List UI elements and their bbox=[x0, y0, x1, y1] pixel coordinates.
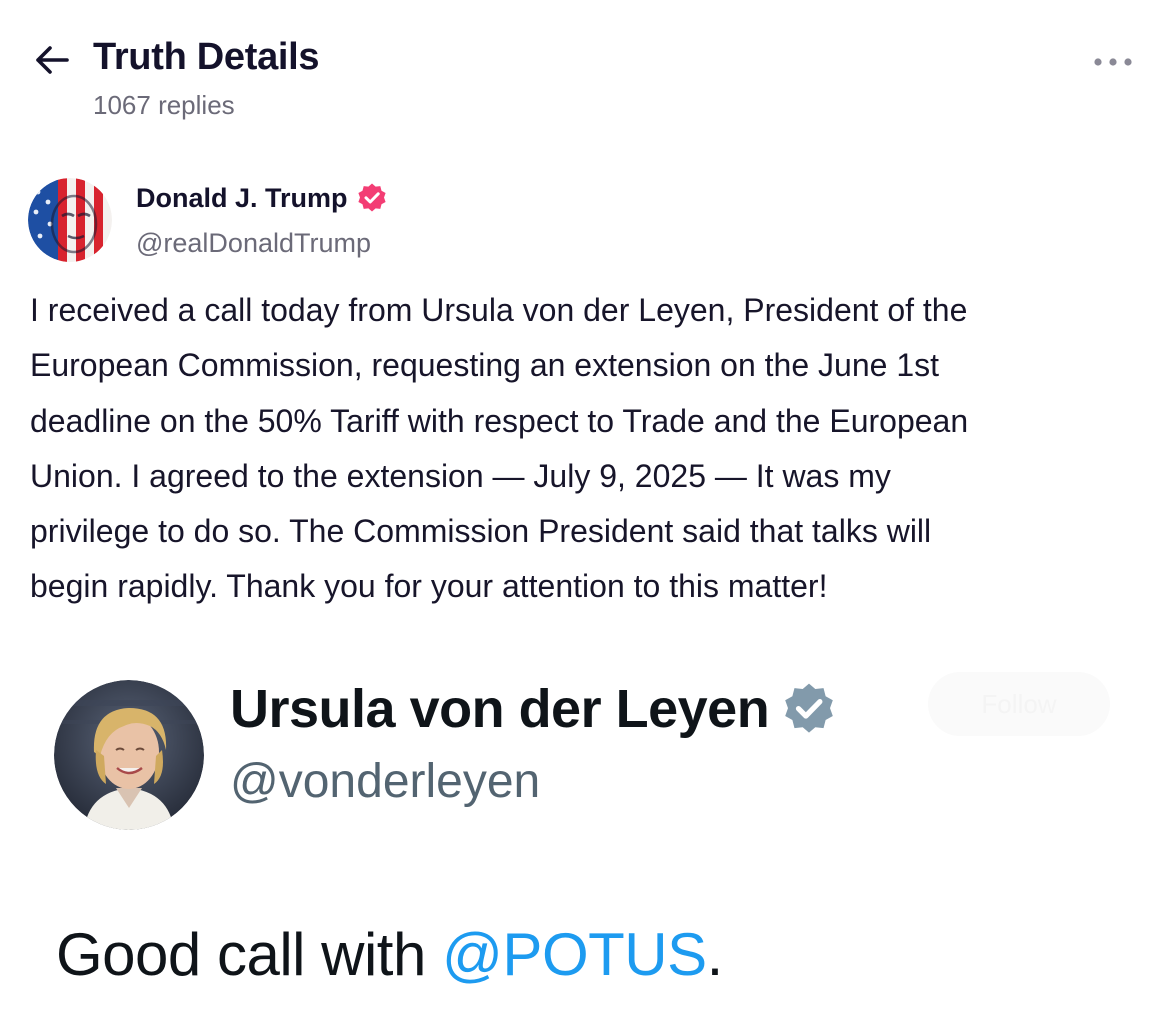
back-button[interactable] bbox=[30, 38, 74, 82]
embed-avatar bbox=[54, 680, 204, 830]
arrow-left-icon bbox=[36, 46, 69, 74]
page-header: Truth Details 1067 replies bbox=[0, 0, 1176, 140]
embed-tweet-text: Good call with @POTUS. bbox=[56, 920, 723, 989]
post-text: I received a call today from Ursula von … bbox=[30, 292, 969, 605]
reply-count: 1067 replies bbox=[93, 90, 235, 120]
embed-name-row: Ursula von der Leyen bbox=[230, 678, 837, 740]
embed-author-handle: @vonderleyen bbox=[230, 755, 541, 808]
more-horizontal-icon bbox=[1094, 58, 1132, 66]
author-name-row: Donald J. Trump bbox=[136, 182, 388, 214]
embed-mention-link[interactable]: @POTUS bbox=[442, 921, 707, 988]
verified-badge-icon bbox=[785, 683, 833, 733]
embed-follow-button[interactable]: Follow bbox=[928, 672, 1110, 736]
embed-text-prefix: Good call with bbox=[56, 921, 443, 988]
more-options-button[interactable] bbox=[1086, 44, 1140, 80]
page-title: Truth Details bbox=[93, 36, 320, 78]
author-avatar[interactable] bbox=[28, 178, 112, 262]
author-name[interactable]: Donald J. Trump bbox=[136, 183, 348, 214]
embed-text-suffix: . bbox=[706, 921, 724, 988]
embed-author-name: Ursula von der Leyen bbox=[230, 679, 770, 739]
verified-badge-icon bbox=[357, 183, 386, 212]
author-handle[interactable]: @realDonaldTrump bbox=[136, 228, 371, 259]
post-author: Donald J. Trump @realDonaldTrump bbox=[28, 178, 728, 268]
